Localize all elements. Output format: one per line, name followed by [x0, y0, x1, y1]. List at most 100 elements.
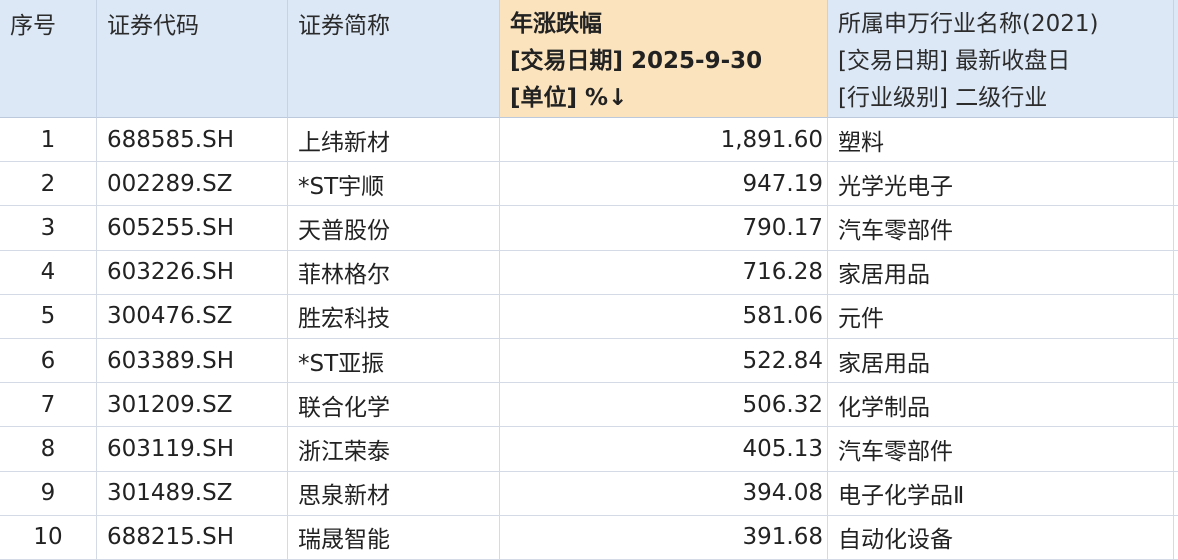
cell-stock-name[interactable]: 上纬新材 [288, 118, 500, 163]
cell-annual-change[interactable]: 947.19 [500, 162, 828, 207]
cell-industry[interactable]: 电子化学品Ⅱ [828, 471, 1174, 516]
cell-stock-code[interactable]: 002289.SZ [97, 162, 288, 207]
column-header-seq[interactable]: 序号 [0, 0, 97, 118]
cell-stock-code[interactable]: 300476.SZ [97, 294, 288, 339]
row-edge [1174, 295, 1178, 339]
cell-stock-code[interactable]: 688585.SH [97, 118, 288, 163]
cell-value: 电子化学品Ⅱ [838, 483, 965, 510]
header-trade-date: [交易日期] 最新收盘日 [838, 48, 1071, 74]
cell-value: 603119.SH [107, 435, 235, 462]
cell-value: 1,891.60 [720, 126, 823, 153]
cell-stock-name[interactable]: *ST宇顺 [288, 162, 500, 207]
cell-value: 化学制品 [838, 394, 930, 421]
cell-annual-change[interactable]: 522.84 [500, 338, 828, 384]
column-header-name[interactable]: 证券简称 [288, 0, 500, 118]
header-title: 年涨跌幅 [510, 11, 602, 37]
cell-value: 汽车零部件 [838, 217, 953, 244]
cell-seq[interactable]: 8 [0, 427, 97, 472]
cell-value: 405.13 [742, 435, 823, 462]
cell-value: 581.06 [742, 303, 823, 330]
cell-stock-name[interactable]: 天普股份 [288, 206, 500, 251]
cell-value: 光学光电子 [838, 173, 953, 200]
column-header-edge [1174, 0, 1178, 118]
cell-value: 自动化设备 [838, 527, 953, 554]
cell-value: 天普股份 [298, 217, 390, 244]
cell-stock-name[interactable]: 菲林格尔 [288, 250, 500, 295]
header-title: 所属申万行业名称(2021) [838, 11, 1099, 37]
row-edge [1174, 118, 1178, 163]
cell-value: 605255.SH [107, 214, 235, 241]
cell-industry[interactable]: 家居用品 [828, 250, 1174, 295]
cell-value: 716.28 [742, 259, 823, 286]
cell-annual-change[interactable]: 391.68 [500, 515, 828, 560]
cell-stock-code[interactable]: 688215.SH [97, 515, 288, 560]
row-edge [1174, 206, 1178, 251]
cell-value: 家居用品 [838, 350, 930, 377]
cell-value: 瑞晟智能 [298, 527, 390, 554]
cell-industry[interactable]: 光学光电子 [828, 162, 1174, 207]
cell-industry[interactable]: 化学制品 [828, 383, 1174, 428]
cell-value: 506.32 [742, 391, 823, 418]
cell-annual-change[interactable]: 1,891.60 [500, 118, 828, 163]
cell-stock-code[interactable]: 603119.SH [97, 427, 288, 472]
cell-stock-name[interactable]: 浙江荣泰 [288, 427, 500, 472]
cell-value: 9 [40, 480, 56, 507]
cell-annual-change[interactable]: 394.08 [500, 471, 828, 516]
cell-seq[interactable]: 7 [0, 383, 97, 428]
column-header-annual-change[interactable]: 年涨跌幅 [交易日期] 2025-9-30 [单位] %↓ [500, 0, 828, 118]
cell-value: 947.19 [742, 170, 823, 197]
cell-stock-name[interactable]: 胜宏科技 [288, 294, 500, 339]
cell-industry[interactable]: 元件 [828, 294, 1174, 339]
cell-stock-code[interactable]: 301209.SZ [97, 383, 288, 428]
row-edge [1174, 383, 1178, 428]
row-edge [1174, 472, 1178, 516]
cell-annual-change[interactable]: 716.28 [500, 250, 828, 295]
cell-value: 1 [40, 126, 56, 153]
cell-value: 塑料 [838, 129, 884, 156]
cell-seq[interactable]: 5 [0, 294, 97, 339]
cell-industry[interactable]: 塑料 [828, 118, 1174, 163]
cell-stock-code[interactable]: 605255.SH [97, 206, 288, 251]
cell-stock-name[interactable]: 思泉新材 [288, 471, 500, 516]
row-edge [1174, 339, 1178, 384]
cell-seq[interactable]: 9 [0, 471, 97, 516]
column-header-industry[interactable]: 所属申万行业名称(2021) [交易日期] 最新收盘日 [行业级别] 二级行业 [828, 0, 1174, 118]
cell-seq[interactable]: 1 [0, 118, 97, 163]
cell-stock-code[interactable]: 301489.SZ [97, 471, 288, 516]
cell-seq[interactable]: 10 [0, 515, 97, 560]
cell-annual-change[interactable]: 581.06 [500, 294, 828, 339]
cell-value: 301209.SZ [107, 391, 233, 418]
cell-industry[interactable]: 家居用品 [828, 338, 1174, 384]
cell-stock-code[interactable]: 603226.SH [97, 250, 288, 295]
cell-value: 790.17 [742, 214, 823, 241]
cell-seq[interactable]: 6 [0, 338, 97, 384]
cell-value: 8 [40, 435, 56, 462]
cell-value: 胜宏科技 [298, 306, 390, 333]
cell-stock-code[interactable]: 603389.SH [97, 338, 288, 384]
cell-industry[interactable]: 汽车零部件 [828, 206, 1174, 251]
row-edge [1174, 516, 1178, 560]
cell-industry[interactable]: 自动化设备 [828, 515, 1174, 560]
cell-value: 394.08 [742, 480, 823, 507]
cell-value: 2 [40, 170, 56, 197]
cell-seq[interactable]: 3 [0, 206, 97, 251]
cell-stock-name[interactable]: *ST亚振 [288, 338, 500, 384]
cell-annual-change[interactable]: 506.32 [500, 383, 828, 428]
cell-value: *ST亚振 [298, 350, 385, 377]
cell-industry[interactable]: 汽车零部件 [828, 427, 1174, 472]
column-header-code[interactable]: 证券代码 [97, 0, 288, 118]
cell-value: 603226.SH [107, 259, 235, 286]
cell-value: 603389.SH [107, 347, 235, 374]
column-header-label: 证券代码 [107, 13, 199, 39]
cell-annual-change[interactable]: 790.17 [500, 206, 828, 251]
cell-seq[interactable]: 2 [0, 162, 97, 207]
cell-stock-name[interactable]: 瑞晟智能 [288, 515, 500, 560]
cell-value: 浙江荣泰 [298, 438, 390, 465]
stock-table: 序号 证券代码 证券简称 年涨跌幅 [交易日期] 2025-9-30 [单位] … [0, 0, 1178, 560]
cell-stock-name[interactable]: 联合化学 [288, 383, 500, 428]
cell-annual-change[interactable]: 405.13 [500, 427, 828, 472]
cell-seq[interactable]: 4 [0, 250, 97, 295]
cell-value: 688585.SH [107, 126, 235, 153]
cell-value: 522.84 [742, 347, 823, 374]
header-trade-date: [交易日期] 2025-9-30 [510, 48, 763, 74]
